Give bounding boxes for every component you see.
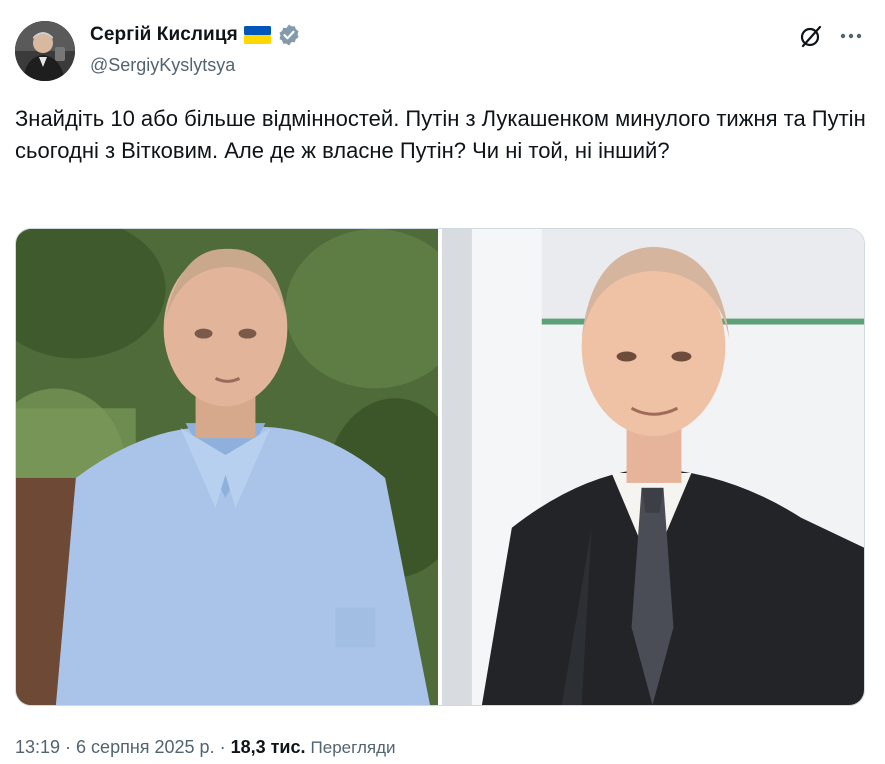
photo-man-dark-suit-tie <box>442 229 864 705</box>
views-label: Перегляди <box>310 738 396 757</box>
avatar[interactable] <box>15 21 75 81</box>
meta-separator: · <box>60 737 77 757</box>
more-icon[interactable] <box>836 22 866 50</box>
tweet-text: Знайдіть 10 або більше відмінностей. Пут… <box>15 106 866 163</box>
avatar-photo <box>15 21 75 81</box>
photo-left[interactable] <box>16 229 438 705</box>
tweet-date[interactable]: 6 серпня 2025 р. <box>76 737 215 758</box>
tweet-time[interactable]: 13:19 <box>15 737 60 758</box>
author-display-name[interactable]: Сергій Кислиця <box>90 24 238 46</box>
photo-man-blue-shirt-garden <box>16 229 438 705</box>
ukraine-flag-icon <box>243 25 271 45</box>
tweet-media <box>15 228 865 706</box>
author-handle[interactable]: @SergiyKyslytsya <box>90 55 235 76</box>
author-name-row: Сергій Кислиця <box>90 22 301 48</box>
verified-badge-icon[interactable] <box>277 23 301 47</box>
photo-right[interactable] <box>442 229 864 705</box>
tweet: Сергій Кислиця @SergiyKyslytsya Знайдіть… <box>0 0 885 764</box>
views-count: 18,3 тис. <box>230 737 306 757</box>
tweet-meta: 13:19 · 6 серпня 2025 р. · 18,3 тис. Пер… <box>15 737 395 758</box>
meta-separator-2: · <box>214 737 231 757</box>
grok-icon[interactable] <box>797 22 825 50</box>
